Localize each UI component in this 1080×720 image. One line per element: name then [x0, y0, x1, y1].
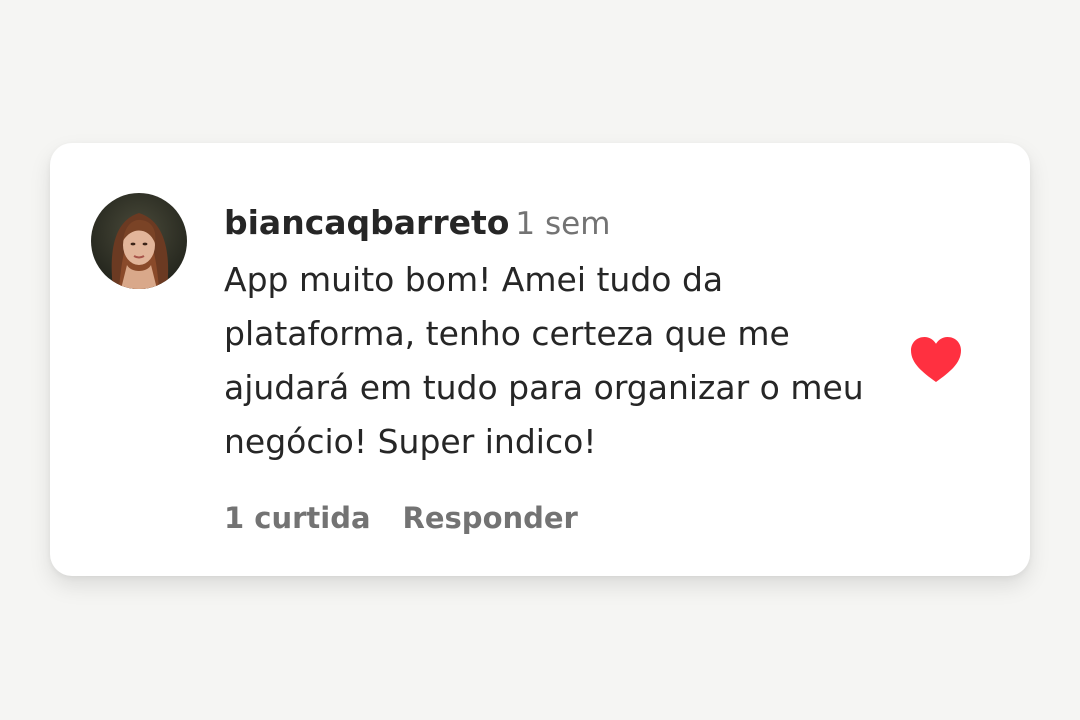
- timestamp[interactable]: 1 sem: [515, 206, 610, 242]
- comment-actions: 1 curtida Responder: [224, 496, 578, 540]
- like-count[interactable]: 1 curtida: [224, 496, 371, 540]
- like-button[interactable]: [908, 335, 964, 385]
- heart-icon: [911, 337, 961, 382]
- comment-card: biancaqbarreto 1 sem App muito bom! Amei …: [50, 143, 1030, 576]
- comment-header: biancaqbarreto 1 sem: [224, 199, 610, 247]
- avatar[interactable]: [91, 193, 187, 289]
- avatar-image: [91, 193, 187, 289]
- comment-text: App muito bom! Amei tudo da plataforma, …: [224, 260, 864, 461]
- username[interactable]: biancaqbarreto: [224, 203, 509, 242]
- reply-button[interactable]: Responder: [403, 496, 578, 540]
